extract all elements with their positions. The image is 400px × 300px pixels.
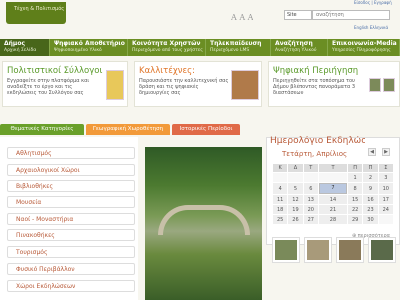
calendar-day[interactable]: 27	[303, 215, 318, 224]
site-logo[interactable]: Τέχνη & Πολιτισμός	[6, 2, 66, 24]
calendar-day[interactable]: 26	[288, 215, 303, 224]
tour-thumb-1	[369, 78, 381, 92]
calendar-day[interactable]: 12	[288, 195, 303, 204]
gallery-thumb[interactable]	[272, 237, 300, 263]
card-artists[interactable]: Καλλιτέχνες: Παρουσιάστε την καλλιτεχνική…	[134, 61, 262, 107]
calendar-day[interactable]: 29	[347, 215, 363, 224]
calendar-day	[303, 173, 318, 182]
category-item[interactable]: Πινακοθήκες	[7, 229, 135, 241]
nav-item-community[interactable]: Κοινότητα Χρηστών Περιεχόμενο από τους χρ…	[128, 39, 206, 56]
category-item[interactable]: Αθλητισμός	[7, 147, 135, 159]
calendar-day[interactable]: 14	[318, 195, 347, 204]
calendar-day	[273, 173, 288, 182]
next-month-button[interactable]: ▶	[382, 148, 390, 156]
calendar-day[interactable]: 9	[363, 183, 378, 194]
calendar-day[interactable]: 30	[363, 215, 378, 224]
category-item[interactable]: Αρχαιολογικοί Χώροι	[7, 164, 135, 176]
calendar-day[interactable]: 22	[347, 205, 363, 214]
calendar-day[interactable]: 2	[363, 173, 378, 182]
calendar-day[interactable]: 4	[273, 183, 288, 194]
calendar-day[interactable]: 20	[303, 205, 318, 214]
card-virtual-tour[interactable]: Ψηφιακή Περιήγηση Περιηγηθείτε στα τοπόση…	[268, 61, 400, 107]
calendar-day[interactable]: 13	[303, 195, 318, 204]
font-size-control[interactable]: Α Α Α	[231, 13, 253, 22]
calendar-day[interactable]: 17	[378, 195, 393, 204]
calendar-day[interactable]: 1	[347, 173, 363, 182]
calendar-day	[378, 215, 393, 224]
calendar-day[interactable]: 5	[288, 183, 303, 194]
calendar-day[interactable]: 21	[318, 205, 347, 214]
gallery-thumb[interactable]	[336, 237, 364, 263]
category-item[interactable]: Φυσικό Περιβάλλον	[7, 263, 135, 275]
calendar-date: Τετάρτη, Απρίλιος	[282, 150, 348, 158]
calendar-day[interactable]: 11	[273, 195, 288, 204]
calendar-day[interactable]: 28	[318, 215, 347, 224]
calendar-grid: ΚΔΤΤΠΠΣ 123 4 5 6 7 8 9 10 11 12 13 14 15 16 17 18 19…	[272, 163, 394, 225]
search-input[interactable]: αναζήτηση	[312, 10, 390, 20]
language-switcher[interactable]: English Ελληνικά	[354, 25, 399, 30]
calendar-day[interactable]: 23	[363, 205, 378, 214]
gallery-thumb[interactable]	[368, 237, 396, 263]
nav-item-contact[interactable]: Επικοινωνία-Media Υπηρεσίες Πληροφόρησης	[328, 39, 400, 56]
tab-geographic[interactable]: Γεωγραφική Χωροθέτηση	[86, 124, 170, 135]
gallery-thumb[interactable]	[304, 237, 332, 263]
artists-image	[231, 70, 259, 100]
category-item[interactable]: Βιβλιοθήκες	[7, 180, 135, 192]
tab-thematic[interactable]: Θεματικές Κατηγορίες	[0, 124, 84, 135]
search-scope-select[interactable]: Site	[284, 10, 312, 20]
calendar-day[interactable]: 24	[378, 205, 393, 214]
calendar-day[interactable]: 8	[347, 183, 363, 194]
calendar-day[interactable]: 15	[347, 195, 363, 204]
tour-thumb-2	[383, 78, 395, 92]
category-item[interactable]: Ναοί - Μοναστήρια	[7, 213, 135, 225]
tab-historic[interactable]: Ιστορικές Περίοδοι	[172, 124, 240, 135]
nav-item-dimos[interactable]: Δήμος Αρχική Σελίδα	[0, 39, 50, 56]
calendar-day	[288, 173, 303, 182]
nav-item-search[interactable]: Αναζήτηση Αναζήτηση Υλικού	[271, 39, 328, 56]
category-item[interactable]: Χώροι Εκδηλώσεων	[7, 280, 135, 292]
card-associations[interactable]: Πολιτιστικοί Σύλλογοι Εγγραφείτε στην πλα…	[2, 61, 128, 107]
calendar-day	[318, 173, 347, 182]
calendar-day[interactable]: 18	[273, 205, 288, 214]
login-links[interactable]: Είσοδος | Εγγραφή	[354, 0, 399, 5]
calendar-day[interactable]: 3	[378, 173, 393, 182]
logo-text: Τέχνη & Πολιτισμός	[14, 6, 65, 12]
calendar-day[interactable]: 10	[378, 183, 393, 194]
calendar-day-selected[interactable]: 7	[318, 183, 347, 194]
bridge-illustration	[158, 205, 250, 235]
calendar-day[interactable]: 16	[363, 195, 378, 204]
category-item[interactable]: Τουρισμός	[7, 246, 135, 258]
calendar-day[interactable]: 6	[303, 183, 318, 194]
associations-image	[106, 70, 124, 100]
prev-month-button[interactable]: ◀	[368, 148, 376, 156]
nav-item-elearning[interactable]: Τηλεκπαίδευση Περιεχόμενο LMS	[206, 39, 271, 56]
category-item[interactable]: Μουσεία	[7, 196, 135, 208]
calendar-title: Ημερολόγιο Εκδηλώσεων	[270, 136, 365, 146]
calendar-day[interactable]: 19	[288, 205, 303, 214]
nav-item-repository[interactable]: Ψηφιακό Αποθετήριο Ψηφιοποιημένο Υλικό	[50, 39, 128, 56]
calendar-day[interactable]: 25	[273, 215, 288, 224]
